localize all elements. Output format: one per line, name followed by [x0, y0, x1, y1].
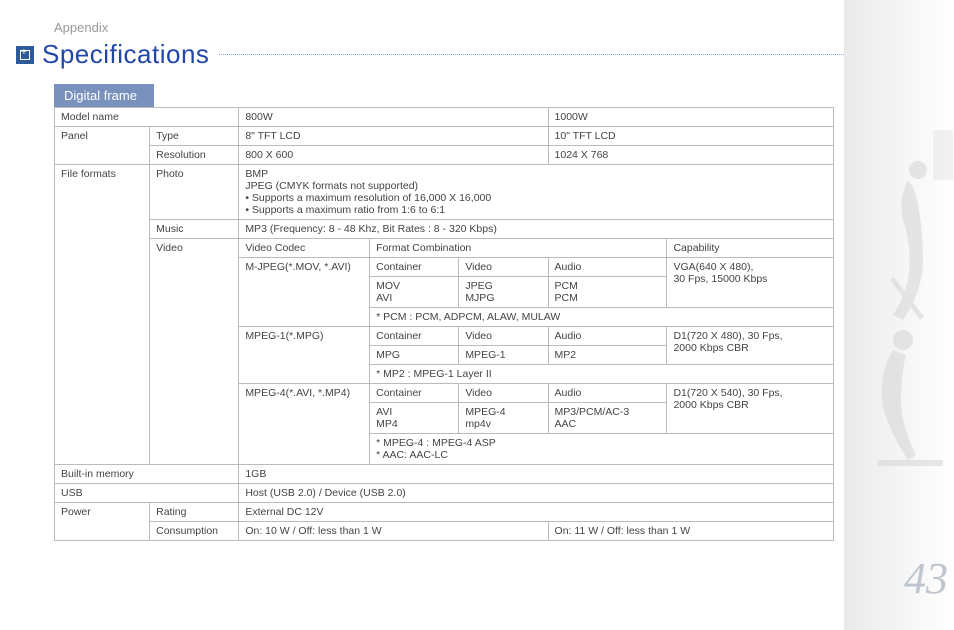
text: MP4 — [376, 418, 452, 430]
table-row: Panel Type 8" TFT LCD 10" TFT LCD — [55, 127, 834, 146]
cell: Consumption — [150, 522, 239, 541]
page-title: Specifications — [42, 39, 209, 70]
cell: USB — [55, 484, 239, 503]
cell: Power — [55, 503, 150, 541]
text: AVI — [376, 406, 452, 418]
cell: MP2 — [548, 346, 667, 365]
cell: 8" TFT LCD — [239, 127, 548, 146]
cell: Audio — [548, 327, 667, 346]
cell: 1GB — [239, 465, 834, 484]
text: MP3/PCM/AC-3 — [555, 406, 661, 418]
cell: On: 10 W / Off: less than 1 W — [239, 522, 548, 541]
cell: JPEGMJPG — [459, 277, 548, 308]
cell: Model name — [55, 108, 239, 127]
cell: Audio — [548, 384, 667, 403]
cell: 10" TFT LCD — [548, 127, 833, 146]
cell: M-JPEG(*.MOV, *.AVI) — [239, 258, 370, 327]
text: • Supports a maximum resolution of 16,00… — [245, 192, 827, 204]
cell: Capability — [667, 239, 834, 258]
cell: Video — [459, 384, 548, 403]
cell: Container — [370, 327, 459, 346]
sidebar-graphic: 43 — [844, 0, 954, 630]
page-number: 43 — [904, 553, 948, 604]
cell: Container — [370, 384, 459, 403]
cell: MOVAVI — [370, 277, 459, 308]
cell: * MP2 : MPEG-1 Layer II — [370, 365, 834, 384]
text: mp4v — [465, 418, 541, 430]
cell: D1(720 X 540), 30 Fps, 2000 Kbps CBR — [667, 384, 834, 434]
text: 30 Fps, 15000 Kbps — [673, 273, 827, 285]
cell: MPEG-4mp4v — [459, 403, 548, 434]
cell: Panel — [55, 127, 150, 165]
text: JPEG (CMYK formats not supported) — [245, 180, 827, 192]
cell: * PCM : PCM, ADPCM, ALAW, MULAW — [370, 308, 834, 327]
cell: Built-in memory — [55, 465, 239, 484]
cell: 800 X 600 — [239, 146, 548, 165]
text: D1(720 X 540), 30 Fps, — [673, 387, 827, 399]
text: • Supports a maximum ratio from 1:6 to 6… — [245, 204, 827, 216]
cell: Video — [150, 239, 239, 465]
cell: Video — [459, 258, 548, 277]
text: * AAC: AAC-LC — [376, 449, 827, 461]
cell: Video — [459, 327, 548, 346]
cell: File formats — [55, 165, 150, 465]
table-row: Model name 800W 1000W — [55, 108, 834, 127]
table-row: Built-in memory 1GB — [55, 465, 834, 484]
title-icon — [16, 46, 34, 64]
cell: Host (USB 2.0) / Device (USB 2.0) — [239, 484, 834, 503]
title-rule — [219, 54, 844, 55]
cell: Photo — [150, 165, 239, 220]
text: JPEG — [465, 280, 541, 292]
section-label: Appendix — [54, 20, 844, 35]
text: AVI — [376, 292, 452, 304]
cell: PCMPCM — [548, 277, 667, 308]
cell: MP3/PCM/AC-3AAC — [548, 403, 667, 434]
cell: Type — [150, 127, 239, 146]
cell: MPEG-1 — [459, 346, 548, 365]
table-row: Video Video Codec Format Combination Cap… — [55, 239, 834, 258]
cell: BMP JPEG (CMYK formats not supported) • … — [239, 165, 834, 220]
cell: VGA(640 X 480), 30 Fps, 15000 Kbps — [667, 258, 834, 308]
text: PCM — [555, 292, 661, 304]
text: AAC — [555, 418, 661, 430]
text: MJPG — [465, 292, 541, 304]
text: BMP — [245, 168, 827, 180]
cell: Music — [150, 220, 239, 239]
cell: Resolution — [150, 146, 239, 165]
baseball-silhouette-icon — [848, 110, 954, 510]
cell: Video Codec — [239, 239, 370, 258]
text: VGA(640 X 480), — [673, 261, 827, 273]
cell: Format Combination — [370, 239, 667, 258]
cell: On: 11 W / Off: less than 1 W — [548, 522, 833, 541]
table-row: Power Rating External DC 12V — [55, 503, 834, 522]
cell: MPEG-1(*.MPG) — [239, 327, 370, 384]
table-row: USB Host (USB 2.0) / Device (USB 2.0) — [55, 484, 834, 503]
cell: External DC 12V — [239, 503, 834, 522]
table-row: Resolution 800 X 600 1024 X 768 — [55, 146, 834, 165]
text: MPEG-4 — [465, 406, 541, 418]
cell: Audio — [548, 258, 667, 277]
subheader: Digital frame — [54, 84, 154, 107]
text: 2000 Kbps CBR — [673, 342, 827, 354]
table-row: Consumption On: 10 W / Off: less than 1 … — [55, 522, 834, 541]
cell: 1000W — [548, 108, 833, 127]
cell: * MPEG-4 : MPEG-4 ASP * AAC: AAC-LC — [370, 434, 834, 465]
spec-table: Model name 800W 1000W Panel Type 8" TFT … — [54, 107, 834, 541]
cell: Container — [370, 258, 459, 277]
cell: MP3 (Frequency: 8 - 48 Khz, Bit Rates : … — [239, 220, 834, 239]
cell: Rating — [150, 503, 239, 522]
table-row: Music MP3 (Frequency: 8 - 48 Khz, Bit Ra… — [55, 220, 834, 239]
cell: MPG — [370, 346, 459, 365]
text: 2000 Kbps CBR — [673, 399, 827, 411]
cell: MPEG-4(*.AVI, *.MP4) — [239, 384, 370, 465]
cell: AVIMP4 — [370, 403, 459, 434]
text: D1(720 X 480), 30 Fps, — [673, 330, 827, 342]
text: * MPEG-4 : MPEG-4 ASP — [376, 437, 827, 449]
table-row: File formats Photo BMP JPEG (CMYK format… — [55, 165, 834, 220]
cell: D1(720 X 480), 30 Fps, 2000 Kbps CBR — [667, 327, 834, 365]
cell: 800W — [239, 108, 548, 127]
text: PCM — [555, 280, 661, 292]
text: MOV — [376, 280, 452, 292]
cell: 1024 X 768 — [548, 146, 833, 165]
